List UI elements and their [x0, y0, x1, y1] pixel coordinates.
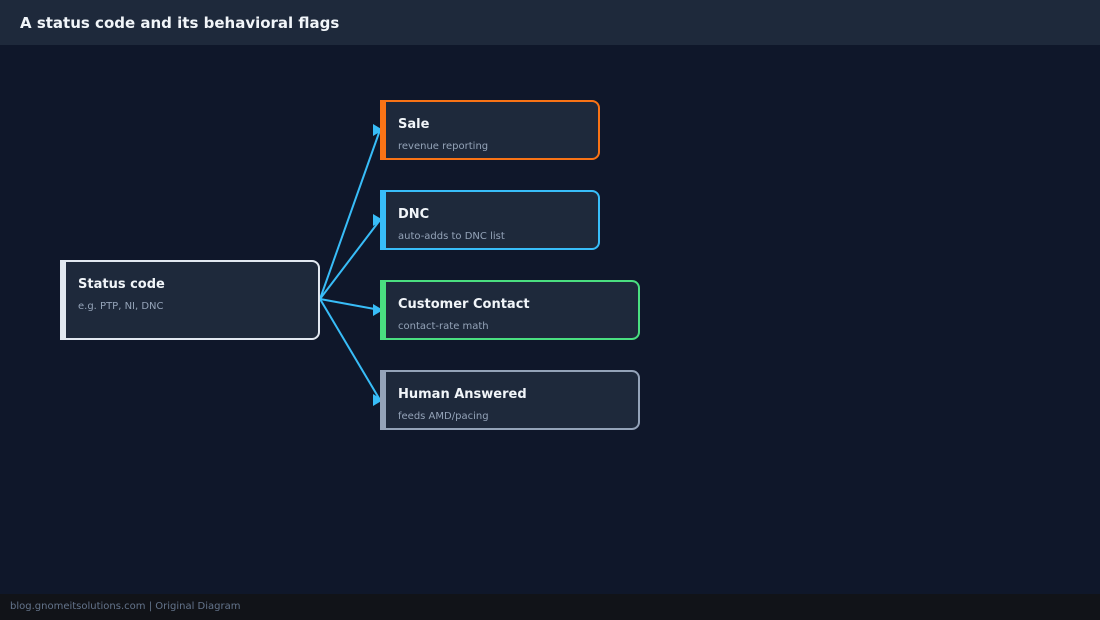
status-code-subtitle: e.g. PTP, NI, DNC	[78, 301, 164, 312]
flag-node-customer-contact: Customer Contact contact-rate math	[380, 280, 640, 340]
flag-node-sale: Sale revenue reporting	[380, 100, 600, 160]
footer-bar: blog.gnomeitsolutions.com | Original Dia…	[0, 594, 1100, 620]
page-title: A status code and its behavioral flags	[20, 14, 340, 32]
flag-title-dnc: DNC	[398, 207, 430, 222]
status-code-node: Status code e.g. PTP, NI, DNC	[60, 260, 320, 340]
flag-node-dnc: DNC auto-adds to DNC list	[380, 190, 600, 250]
flag-node-human-answered: Human Answered feeds AMD/pacing	[380, 370, 640, 430]
status-code-title: Status code	[78, 277, 165, 292]
flag-subtitle-customer-contact: contact-rate math	[398, 321, 489, 332]
flag-subtitle-human-answered: feeds AMD/pacing	[398, 411, 489, 422]
flag-subtitle-sale: revenue reporting	[398, 141, 489, 152]
flag-title-sale: Sale	[398, 117, 430, 132]
header-bar: A status code and its behavioral flags	[0, 0, 1100, 45]
flag-title-customer-contact: Customer Contact	[398, 297, 530, 312]
flag-subtitle-dnc: auto-adds to DNC list	[398, 231, 505, 242]
flag-title-human-answered: Human Answered	[398, 387, 527, 402]
footer-credit: blog.gnomeitsolutions.com | Original Dia…	[10, 601, 241, 612]
diagram-page: A status code and its behavioral flags S…	[0, 0, 1100, 620]
